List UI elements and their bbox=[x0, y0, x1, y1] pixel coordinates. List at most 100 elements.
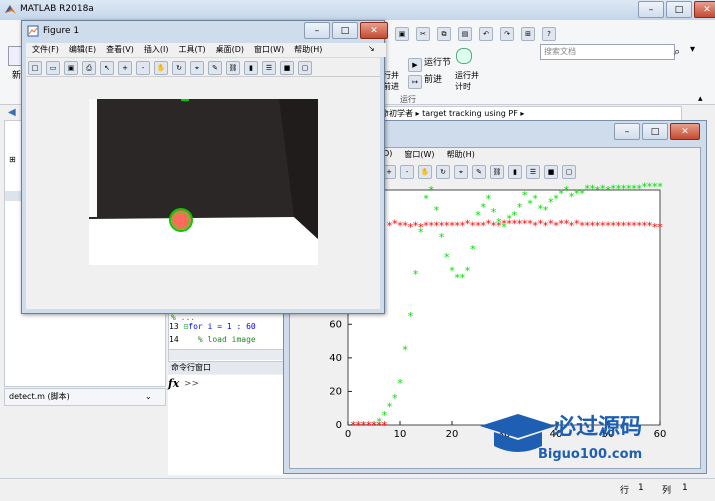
series-1-point: * bbox=[469, 243, 476, 256]
breadcrumb-item[interactable]: target tracking using PF bbox=[422, 109, 518, 118]
figure2-toolbar: + - ✋ ↻ ⌖ ✎ ⛓ ▮ ☰ ■ ▢ bbox=[380, 162, 578, 179]
hide-tools-icon[interactable]: ■ bbox=[544, 165, 558, 179]
link-plot-icon[interactable]: ⛓ bbox=[226, 61, 240, 75]
row-label: 行 bbox=[620, 486, 630, 496]
menu-insert[interactable]: 插入(I) bbox=[144, 43, 169, 57]
y-tick-label: 20 bbox=[329, 386, 342, 397]
cut-icon[interactable]: ✂ bbox=[416, 27, 430, 41]
menu-help[interactable]: 帮助(H) bbox=[294, 43, 322, 57]
command-window-title: 命令行窗口 bbox=[168, 362, 289, 374]
switch-windows-icon[interactable]: ⊞ bbox=[521, 27, 535, 41]
close-button[interactable]: ✕ bbox=[670, 123, 700, 140]
editor-pane[interactable]: % ... 13 ⊟for i = 1 : 60 14 % load image bbox=[168, 312, 288, 362]
run-and-advance-button[interactable]: 行并 前进 bbox=[383, 70, 399, 92]
menu-file[interactable]: 文件(F) bbox=[32, 43, 59, 57]
redo-icon[interactable]: ↷ bbox=[500, 27, 514, 41]
legend-icon[interactable]: ☰ bbox=[526, 165, 540, 179]
svg-text:Biguo100.com: Biguo100.com bbox=[538, 447, 642, 462]
copy-icon[interactable]: ⧉ bbox=[437, 27, 451, 41]
filter-icon[interactable]: ▾ bbox=[690, 44, 695, 55]
line-number: 14 bbox=[169, 335, 179, 344]
menu-view[interactable]: 查看(V) bbox=[106, 43, 134, 57]
matlab-title-bar: MATLAB R2018a – □ ✕ bbox=[0, 0, 715, 20]
menu-help[interactable]: 帮助(H) bbox=[447, 149, 475, 160]
legend-icon[interactable]: ☰ bbox=[262, 61, 276, 75]
select-arrow-icon[interactable]: ↖ bbox=[100, 61, 114, 75]
series-1-point: * bbox=[464, 265, 471, 278]
fx-icon[interactable]: fx bbox=[168, 377, 179, 390]
back-arrow-icon[interactable]: ◀ bbox=[8, 107, 16, 118]
search-documentation-input[interactable]: 搜索文档 bbox=[540, 44, 675, 60]
advance-label: 前进 bbox=[424, 75, 443, 85]
brush-icon[interactable]: ✎ bbox=[472, 165, 486, 179]
horizontal-scrollbar[interactable] bbox=[169, 349, 285, 360]
undo-icon[interactable]: ↶ bbox=[479, 27, 493, 41]
line-code: for i = 1 : 60 bbox=[188, 322, 256, 331]
collapse-ribbon-icon[interactable]: ▴ bbox=[698, 94, 703, 104]
data-cursor-icon[interactable]: ⌖ bbox=[454, 165, 468, 179]
show-tools-icon[interactable]: ▢ bbox=[562, 165, 576, 179]
close-button[interactable]: ✕ bbox=[360, 22, 388, 39]
minimize-button[interactable]: – bbox=[638, 1, 664, 18]
figure1-window[interactable]: Figure 1 – □ ✕ 文件(F) 编辑(E) 查看(V) 插入(I) 工… bbox=[21, 20, 388, 314]
hide-tools-icon[interactable]: ■ bbox=[280, 61, 294, 75]
figure-icon bbox=[27, 25, 39, 37]
maximize-button[interactable]: □ bbox=[332, 22, 358, 39]
menu-edit[interactable]: 编辑(E) bbox=[69, 43, 96, 57]
y-tick-label: 0 bbox=[336, 420, 342, 431]
open-file-icon[interactable]: ▭ bbox=[46, 61, 60, 75]
save-icon[interactable]: ▣ bbox=[64, 61, 78, 75]
command-prompt: >> bbox=[184, 379, 200, 389]
pan-icon[interactable]: ✋ bbox=[418, 165, 432, 179]
maximize-button[interactable]: □ bbox=[642, 123, 668, 140]
paste-icon[interactable]: ▤ bbox=[458, 27, 472, 41]
data-cursor-icon[interactable]: ⌖ bbox=[190, 61, 204, 75]
run-and-time-icon[interactable] bbox=[456, 48, 472, 64]
colorbar-icon[interactable]: ▮ bbox=[244, 61, 258, 75]
chevron-right-icon: ▸ bbox=[520, 109, 525, 118]
series-1-point: * bbox=[407, 310, 414, 323]
quick-access-toolbar: ▣ ✂ ⧉ ▤ ↶ ↷ ⊞ ? bbox=[393, 24, 558, 41]
breadcrumb-item[interactable]: 命初学者 bbox=[381, 109, 413, 118]
zoom-out-icon[interactable]: - bbox=[136, 61, 150, 75]
line-number: 13 bbox=[169, 322, 179, 331]
colorbar-icon[interactable]: ▮ bbox=[508, 165, 522, 179]
series-1-point: * bbox=[516, 201, 523, 214]
series-1-point: * bbox=[391, 392, 398, 405]
menu-window[interactable]: 窗口(W) bbox=[404, 149, 434, 160]
file-details-bar[interactable]: detect.m (脚本) ⌄ bbox=[4, 388, 166, 406]
menu-window[interactable]: 窗口(W) bbox=[254, 43, 284, 57]
close-button[interactable]: ✕ bbox=[694, 1, 715, 18]
command-window[interactable]: fx >> bbox=[168, 375, 286, 475]
menu-tools[interactable]: 工具(T) bbox=[178, 43, 205, 57]
run-and-time-button[interactable]: 运行并 计时 bbox=[455, 70, 479, 92]
show-tools-icon[interactable]: ▢ bbox=[298, 61, 312, 75]
minimize-button[interactable]: – bbox=[304, 22, 330, 39]
zoom-out-icon[interactable]: - bbox=[400, 165, 414, 179]
status-bar: 行 1 列 1 bbox=[0, 478, 715, 501]
camera-frame-image[interactable] bbox=[89, 99, 318, 265]
maximize-button[interactable]: □ bbox=[666, 1, 692, 18]
run-section-button[interactable]: ▶ 运行节 bbox=[406, 55, 451, 72]
menu-desktop[interactable]: 桌面(D) bbox=[216, 43, 244, 57]
rotate-icon[interactable]: ↻ bbox=[172, 61, 186, 75]
dock-icon[interactable]: ↘ bbox=[368, 44, 375, 53]
pan-icon[interactable]: ✋ bbox=[154, 61, 168, 75]
advance-button[interactable]: ↦ 前进 bbox=[406, 72, 442, 89]
figure2-window-controls: – □ ✕ bbox=[614, 123, 700, 140]
minimize-button[interactable]: – bbox=[614, 123, 640, 140]
x-tick-label: 20 bbox=[446, 429, 459, 440]
svg-text:必过源码: 必过源码 bbox=[554, 414, 642, 440]
print-icon[interactable]: ⎙ bbox=[82, 61, 96, 75]
brush-icon[interactable]: ✎ bbox=[208, 61, 222, 75]
rotate-icon[interactable]: ↻ bbox=[436, 165, 450, 179]
new-figure-icon[interactable]: □ bbox=[28, 61, 42, 75]
link-plot-icon[interactable]: ⛓ bbox=[490, 165, 504, 179]
search-icon[interactable]: ⌕ bbox=[674, 45, 680, 59]
series-1-point: * bbox=[443, 251, 450, 264]
zoom-in-icon[interactable]: + bbox=[118, 61, 132, 75]
save-icon[interactable]: ▣ bbox=[395, 27, 409, 41]
help-icon[interactable]: ? bbox=[542, 27, 556, 41]
line-code: % ... bbox=[171, 313, 196, 322]
expand-icon[interactable]: ⊞ bbox=[9, 155, 16, 164]
